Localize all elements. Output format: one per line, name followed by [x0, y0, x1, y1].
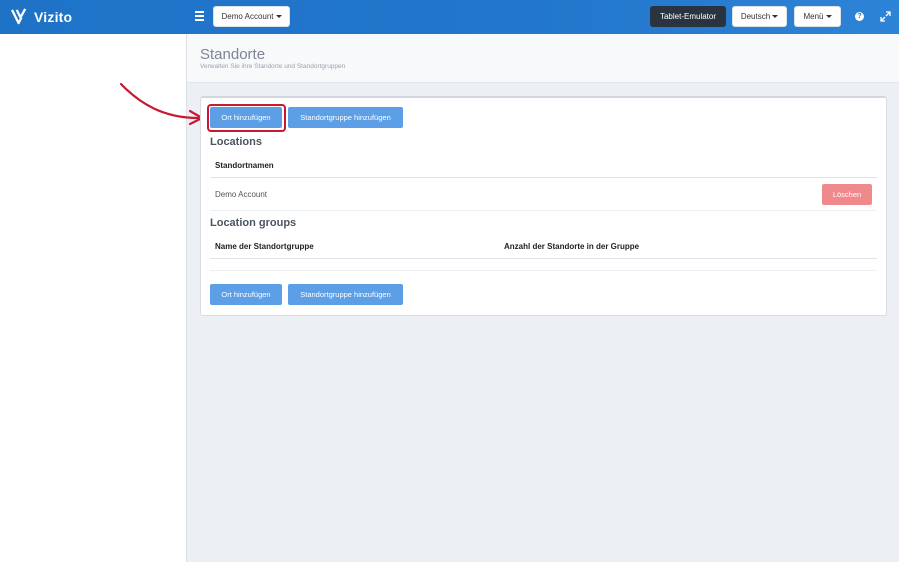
tablet-emulator-button[interactable]: Tablet-Emulator [650, 6, 726, 27]
logo[interactable]: Vizito [11, 8, 72, 25]
table-divider [210, 177, 877, 178]
table-divider [210, 258, 877, 259]
page-header: Standorte Verwalten Sie ihre Standorte u… [187, 34, 899, 83]
delete-location-button[interactable]: Löschen [822, 184, 872, 205]
top-navbar: Vizito Demo Account Tablet-Emulator Deut… [0, 0, 899, 34]
add-location-group-label: Standortgruppe hinzufügen [300, 113, 391, 122]
add-location-button-bottom[interactable]: Ort hinzufügen [210, 284, 282, 305]
tablet-emulator-label: Tablet-Emulator [659, 12, 717, 21]
main-menu-dropdown[interactable]: Menü [794, 6, 841, 27]
annotation-arrow [119, 82, 204, 126]
location-name-cell: Demo Account [215, 190, 268, 199]
logo-text: Vizito [34, 8, 73, 25]
table-empty-row-divider [210, 270, 877, 271]
main-menu-label: Menü [803, 12, 824, 21]
table-row-divider [210, 210, 877, 211]
account-dropdown-label: Demo Account [221, 12, 274, 21]
locations-title: Locations [210, 136, 262, 148]
column-header-group-count: Anzahl der Standorte in der Gruppe [504, 242, 640, 251]
column-header-group-name: Name der Standortgruppe [215, 242, 314, 251]
help-icon[interactable]: ? [855, 12, 864, 21]
locations-panel: Ort hinzufügen Standortgruppe hinzufügen… [200, 96, 887, 316]
add-location-group-button-top[interactable]: Standortgruppe hinzufügen [288, 107, 403, 128]
account-dropdown[interactable]: Demo Account [213, 6, 290, 27]
add-location-group-label: Standortgruppe hinzufügen [300, 290, 391, 299]
chevron-down-icon [772, 15, 779, 18]
page-subtitle: Verwalten Sie ihre Standorte und Standor… [200, 63, 346, 70]
add-location-button-top[interactable]: Ort hinzufügen [210, 107, 282, 128]
location-groups-title: Location groups [210, 217, 297, 229]
expand-icon[interactable] [880, 11, 891, 22]
language-dropdown[interactable]: Deutsch [732, 6, 787, 27]
language-dropdown-label: Deutsch [740, 12, 771, 21]
column-header-location-name: Standortnamen [215, 161, 274, 170]
vizito-logo-icon [11, 8, 27, 25]
add-location-group-button-bottom[interactable]: Standortgruppe hinzufügen [288, 284, 403, 305]
chevron-down-icon [275, 15, 282, 18]
add-location-label: Ort hinzufügen [221, 113, 271, 122]
page-title: Standorte [200, 46, 266, 63]
add-location-label: Ort hinzufügen [221, 290, 271, 299]
menu-icon[interactable] [195, 11, 205, 22]
delete-location-label: Löschen [832, 190, 862, 199]
chevron-down-icon [825, 15, 832, 18]
